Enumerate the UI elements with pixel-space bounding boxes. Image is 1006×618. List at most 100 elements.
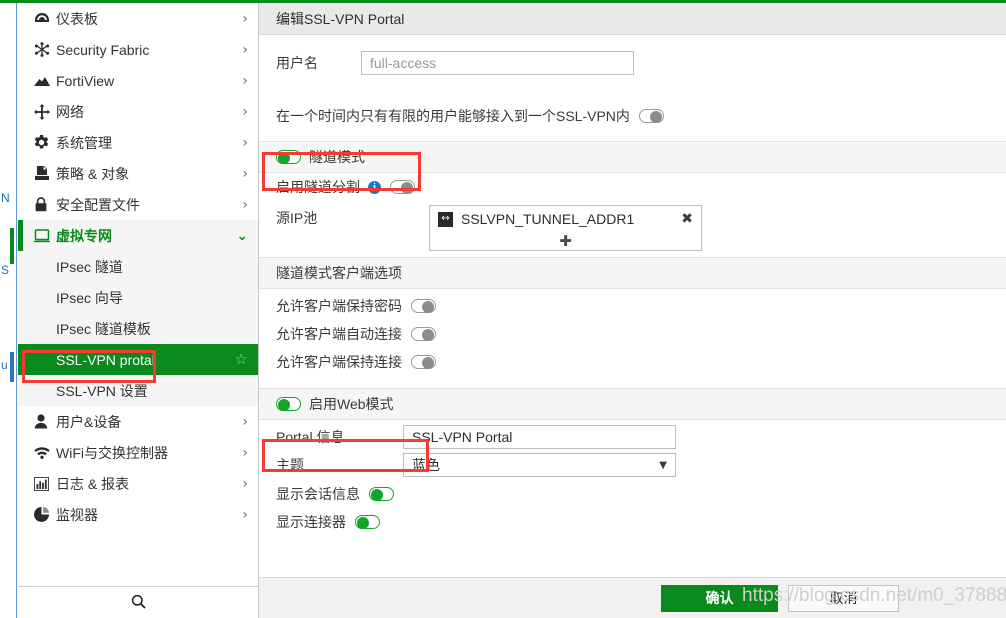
chevron-right-icon: › (242, 74, 248, 88)
sidebar-subitem-label: SSL-VPN 设置 (56, 381, 248, 401)
sidebar-item-ssl-vpn-portal[interactable]: SSL-VPN protal ☆ (18, 344, 258, 375)
username-label: 用户名 (276, 53, 361, 73)
chevron-down-icon: ⌄ (236, 229, 248, 243)
chevron-right-icon: › (242, 12, 248, 26)
concurrent-limit-toggle[interactable] (639, 109, 664, 123)
sidebar-item-ipsec-wizard[interactable]: IPsec 向导 (18, 282, 258, 313)
always-up-toggle[interactable] (411, 355, 436, 369)
cancel-button[interactable]: 取消 (788, 585, 899, 612)
network-icon (34, 104, 56, 120)
chevron-down-icon: ▼ (659, 460, 667, 471)
auto-connect-toggle[interactable] (411, 327, 436, 341)
chevron-right-icon: › (242, 136, 248, 150)
sidebar-item-network[interactable]: 网络 › (18, 96, 258, 127)
source-ip-pool-label: 源IP池 (276, 205, 429, 231)
sidebar-item-ssl-vpn-settings[interactable]: SSL-VPN 设置 (18, 375, 258, 406)
sidebar-item-label: 虚拟专网 (56, 226, 236, 246)
tunnel-mode-toggle[interactable] (276, 150, 301, 164)
web-mode-label: 启用Web模式 (309, 394, 394, 414)
source-ip-pool-entry-name: SSLVPN_TUNNEL_ADDR1 (461, 211, 681, 227)
tunnel-mode-section-header: 隧道模式 (259, 141, 1006, 173)
security-fabric-icon (34, 42, 56, 57)
keep-password-toggle[interactable] (411, 299, 436, 313)
sidebar-item-vpn[interactable]: 虚拟专网 ⌄ (18, 220, 258, 251)
sidebar-subitem-label: IPsec 向导 (56, 288, 248, 308)
sidebar-item-log-report[interactable]: 日志 & 报表 › (18, 468, 258, 499)
add-ip-pool-button[interactable]: ✚ (430, 232, 701, 250)
portal-message-input[interactable]: SSL-VPN Portal (403, 425, 676, 449)
username-input[interactable]: full-access (361, 51, 634, 75)
keep-password-label: 允许客户端保持密码 (276, 296, 402, 316)
sidebar-search-button[interactable] (18, 586, 258, 618)
show-session-info-row: 显示会话信息 (259, 480, 1006, 508)
theme-label: 主题 (276, 455, 403, 475)
sidebar-item-label: 用户&设备 (56, 412, 242, 432)
concurrent-limit-label: 在一个时间内只有有限的用户能够接入到一个SSL-VPN内 (276, 106, 630, 126)
theme-select-value: 蓝色 (412, 455, 659, 475)
sidebar-item-security-fabric[interactable]: Security Fabric › (18, 34, 258, 65)
split-tunnel-toggle[interactable] (390, 180, 415, 194)
concurrent-limit-row: 在一个时间内只有有限的用户能够接入到一个SSL-VPN内 (259, 91, 1006, 141)
edge-blue-mark (10, 352, 14, 382)
sidebar-item-fortiview[interactable]: FortiView › (18, 65, 258, 96)
ok-button[interactable]: 确认 (661, 585, 778, 612)
sidebar-item-label: 策略 & 对象 (56, 164, 242, 184)
chevron-right-icon: › (242, 477, 248, 491)
show-connector-label: 显示连接器 (276, 512, 346, 532)
address-object-icon: ↔ (438, 212, 453, 227)
page-title: 编辑SSL-VPN Portal (259, 3, 1006, 35)
sidebar-item-monitor[interactable]: 监视器 › (18, 499, 258, 530)
user-icon (34, 414, 56, 429)
source-ip-pool-entry[interactable]: ↔ SSLVPN_TUNNEL_ADDR1 ✖ (430, 206, 701, 232)
portal-message-row: Portal 信息 SSL-VPN Portal (259, 420, 1006, 450)
page-left-edge: N S u (0, 0, 18, 618)
form-area: 用户名 full-access 在一个时间内只有有限的用户能够接入到一个SSL-… (259, 35, 1006, 580)
web-mode-toggle[interactable] (276, 397, 301, 411)
sidebar-subitem-label: SSL-VPN protal (56, 352, 235, 368)
split-tunnel-row: 启用隧道分割 i (259, 173, 1006, 201)
edge-green-mark (10, 228, 14, 264)
client-option-row: 允许客户端保持连接 (259, 348, 1006, 376)
sidebar-item-ipsec-tunnel-template[interactable]: IPsec 隧道模板 (18, 313, 258, 344)
show-session-info-toggle[interactable] (369, 487, 394, 501)
sidebar-item-ipsec-tunnel[interactable]: IPsec 隧道 (18, 251, 258, 282)
sidebar-item-label: 监视器 (56, 505, 242, 525)
sidebar-item-label: 网络 (56, 102, 242, 122)
sidebar-item-label: 仪表板 (56, 9, 242, 29)
sidebar-item-wifi-switch-controller[interactable]: WiFi与交换控制器 › (18, 437, 258, 468)
search-icon (131, 594, 146, 612)
show-connector-toggle[interactable] (355, 515, 380, 529)
chevron-right-icon: › (242, 508, 248, 522)
sidebar-item-label: FortiView (56, 73, 242, 89)
web-mode-section-header: 启用Web模式 (259, 388, 1006, 420)
vpn-monitor-icon (34, 229, 56, 243)
gear-icon (34, 135, 56, 150)
chevron-right-icon: › (242, 415, 248, 429)
edge-glyph-2: u (1, 359, 8, 371)
tunnel-mode-label: 隧道模式 (309, 147, 365, 167)
theme-select[interactable]: 蓝色 ▼ (403, 453, 676, 477)
client-option-row: 允许客户端自动连接 (259, 320, 1006, 348)
sidebar-item-system[interactable]: 系统管理 › (18, 127, 258, 158)
sidebar-subitem-label: IPsec 隧道模板 (56, 319, 248, 339)
sidebar-item-security-profiles[interactable]: 安全配置文件 › (18, 189, 258, 220)
sidebar: 仪表板 › Security Fabric › FortiView › 网络 › (18, 3, 259, 618)
show-connector-row: 显示连接器 (259, 508, 1006, 536)
dashboard-icon (34, 12, 56, 26)
chevron-right-icon: › (242, 43, 248, 57)
sidebar-item-dashboard[interactable]: 仪表板 › (18, 3, 258, 34)
theme-row: 主题 蓝色 ▼ (259, 450, 1006, 480)
info-icon[interactable]: i (368, 181, 381, 194)
sidebar-item-user-device[interactable]: 用户&设备 › (18, 406, 258, 437)
edge-glyph-0: N (1, 192, 10, 204)
tunnel-client-options-label: 隧道模式客户端选项 (276, 263, 402, 283)
source-ip-pool-box: ↔ SSLVPN_TUNNEL_ADDR1 ✖ ✚ (429, 205, 702, 251)
remove-icon[interactable]: ✖ (681, 211, 693, 227)
policy-object-icon (34, 166, 56, 181)
favorite-star-icon[interactable]: ☆ (235, 352, 248, 367)
source-ip-pool-row: 源IP池 ↔ SSLVPN_TUNNEL_ADDR1 ✖ ✚ (259, 201, 1006, 249)
sidebar-item-policy-objects[interactable]: 策略 & 对象 › (18, 158, 258, 189)
report-bar-icon (34, 477, 56, 491)
sidebar-item-label: Security Fabric (56, 42, 242, 58)
tunnel-client-options-section-header: 隧道模式客户端选项 (259, 257, 1006, 289)
